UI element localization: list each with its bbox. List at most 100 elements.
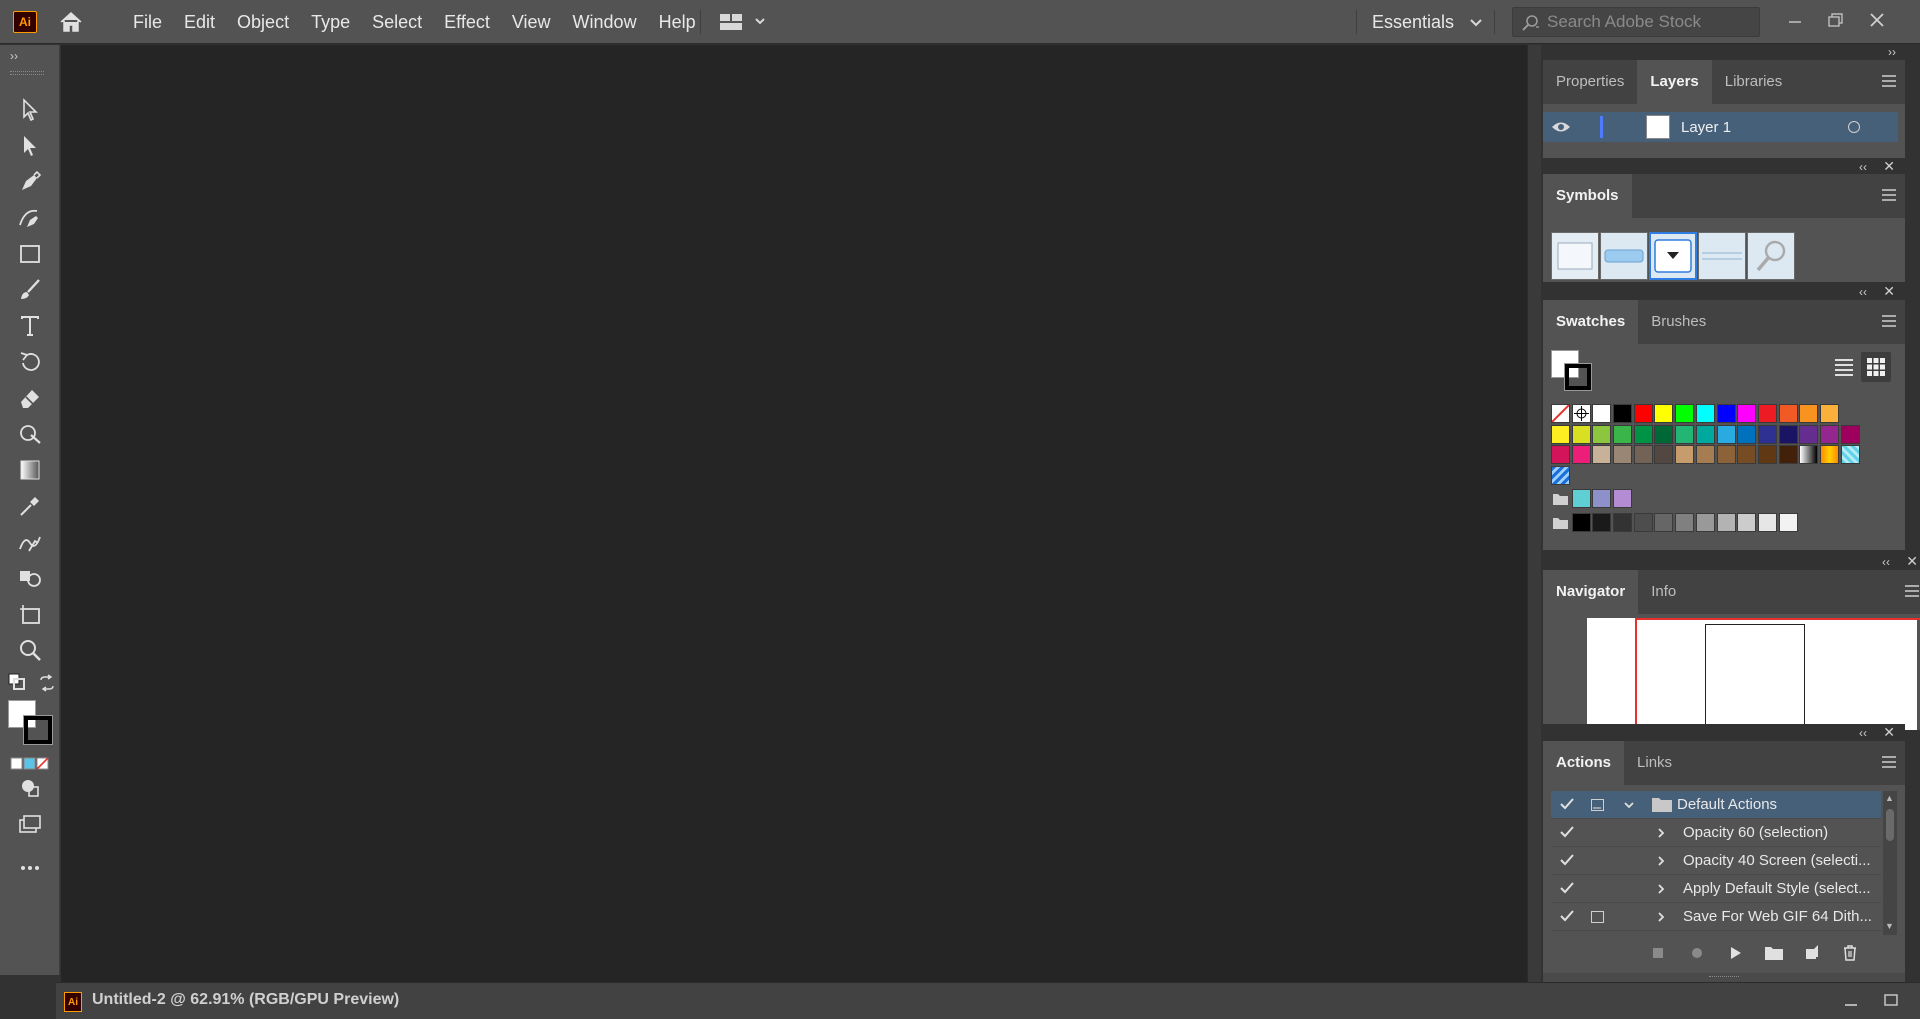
scroll-down-icon[interactable]: ▼ bbox=[1885, 921, 1894, 931]
close-window-button[interactable] bbox=[1862, 6, 1892, 36]
home-icon[interactable] bbox=[58, 10, 84, 34]
action-row[interactable]: Opacity 60 (selection) bbox=[1551, 819, 1881, 847]
check-icon[interactable] bbox=[1559, 852, 1575, 868]
curvature-tool-icon[interactable] bbox=[14, 203, 46, 233]
fill-stroke-swatch[interactable] bbox=[8, 700, 54, 746]
check-icon[interactable] bbox=[1559, 824, 1575, 840]
dialog-toggle-icon[interactable] bbox=[1591, 799, 1604, 811]
play-icon[interactable] bbox=[1726, 944, 1744, 962]
rotate-tool-icon[interactable] bbox=[14, 347, 46, 377]
layer-name[interactable]: Layer 1 bbox=[1681, 119, 1731, 136]
color-swatch[interactable] bbox=[1778, 424, 1798, 444]
direct-selection-tool-icon[interactable] bbox=[14, 131, 46, 161]
folder-icon[interactable] bbox=[1551, 489, 1570, 508]
color-swatch[interactable] bbox=[1799, 424, 1819, 444]
tab-libraries[interactable]: Libraries bbox=[1712, 60, 1796, 104]
panel-menu-icon[interactable] bbox=[1881, 755, 1897, 769]
artboard-canvas[interactable] bbox=[61, 45, 1527, 982]
black-swatch[interactable] bbox=[1613, 404, 1633, 423]
color-swatch[interactable] bbox=[1654, 404, 1674, 423]
symbol-item[interactable] bbox=[1649, 232, 1697, 280]
restore-button[interactable] bbox=[1820, 6, 1850, 36]
workspace-switcher[interactable]: Essentials bbox=[1372, 0, 1483, 44]
tab-brushes[interactable]: Brushes bbox=[1638, 300, 1719, 344]
color-swatch[interactable] bbox=[1716, 513, 1736, 532]
white-swatch[interactable] bbox=[1592, 404, 1612, 423]
color-swatch[interactable] bbox=[1799, 404, 1819, 423]
color-swatch[interactable] bbox=[1551, 424, 1570, 444]
layer-target-icon[interactable] bbox=[1848, 121, 1860, 133]
registration-swatch[interactable] bbox=[1571, 404, 1591, 423]
action-row[interactable]: Apply Default Style (select... bbox=[1551, 875, 1881, 903]
chevron-right-icon[interactable] bbox=[1655, 882, 1667, 894]
color-swatch[interactable] bbox=[1737, 424, 1757, 444]
tab-links[interactable]: Links bbox=[1624, 741, 1685, 785]
menu-object[interactable]: Object bbox=[226, 0, 300, 44]
arrange-documents-button[interactable] bbox=[718, 12, 768, 32]
color-swatch[interactable] bbox=[1613, 424, 1633, 444]
layer-row[interactable]: Layer 1 bbox=[1543, 112, 1898, 142]
selection-tool-icon[interactable] bbox=[14, 95, 46, 125]
color-swatch[interactable] bbox=[1737, 513, 1757, 532]
color-swatch[interactable] bbox=[1716, 404, 1736, 423]
pattern-swatch[interactable] bbox=[1840, 445, 1860, 464]
eye-icon[interactable] bbox=[1551, 120, 1571, 134]
collapse-dock-icon[interactable]: ›› bbox=[1888, 45, 1896, 59]
color-swatch[interactable] bbox=[1819, 404, 1839, 423]
color-mode-buttons[interactable] bbox=[10, 757, 50, 771]
menu-help[interactable]: Help bbox=[648, 0, 707, 44]
artboard-tool-icon[interactable] bbox=[14, 599, 46, 629]
fill-stroke-swatch[interactable] bbox=[1551, 350, 1597, 396]
expand-panel-icon[interactable]: ›› bbox=[10, 49, 18, 63]
action-row[interactable]: Opacity 40 Screen (selecti... bbox=[1551, 847, 1881, 875]
tab-actions[interactable]: Actions bbox=[1543, 741, 1625, 785]
color-swatch[interactable] bbox=[1654, 513, 1674, 532]
scrollbar-thumb[interactable] bbox=[1886, 809, 1894, 841]
tab-properties[interactable]: Properties bbox=[1543, 60, 1637, 104]
color-swatch[interactable] bbox=[1737, 445, 1757, 464]
collapse-icon[interactable]: ‹‹ bbox=[1859, 160, 1867, 174]
zoom-tool-icon[interactable] bbox=[14, 635, 46, 665]
color-swatch[interactable] bbox=[1592, 489, 1612, 508]
color-swatch[interactable] bbox=[1633, 404, 1653, 423]
menu-file[interactable]: File bbox=[122, 0, 173, 44]
color-swatch[interactable] bbox=[1571, 445, 1591, 464]
maximize-document-icon[interactable] bbox=[1882, 993, 1900, 1007]
color-swatch[interactable] bbox=[1778, 513, 1798, 532]
gradient-swatch[interactable] bbox=[1819, 445, 1839, 464]
panel-grip[interactable] bbox=[10, 71, 44, 75]
delete-icon[interactable] bbox=[1841, 944, 1859, 962]
color-swatch[interactable] bbox=[1757, 445, 1777, 464]
close-icon[interactable]: ✕ bbox=[1883, 158, 1895, 175]
action-row[interactable]: Save For Web GIF 64 Dith... bbox=[1551, 903, 1881, 931]
record-icon[interactable] bbox=[1688, 944, 1706, 962]
color-swatch[interactable] bbox=[1654, 445, 1674, 464]
new-set-folder-icon[interactable] bbox=[1764, 944, 1783, 962]
color-swatch[interactable] bbox=[1592, 445, 1612, 464]
color-swatch[interactable] bbox=[1778, 404, 1798, 423]
color-swatch[interactable] bbox=[1737, 404, 1757, 423]
chevron-down-icon[interactable] bbox=[1623, 798, 1635, 810]
color-swatch[interactable] bbox=[1778, 445, 1798, 464]
tab-info[interactable]: Info bbox=[1638, 570, 1689, 614]
menu-view[interactable]: View bbox=[501, 0, 562, 44]
color-swatch[interactable] bbox=[1613, 489, 1633, 508]
panel-resize-handle[interactable] bbox=[1543, 973, 1905, 982]
type-tool-icon[interactable] bbox=[14, 311, 46, 341]
check-icon[interactable] bbox=[1559, 908, 1575, 924]
grid-view-icon[interactable] bbox=[1861, 352, 1891, 382]
color-swatch[interactable] bbox=[1571, 513, 1591, 532]
menu-window[interactable]: Window bbox=[562, 0, 648, 44]
check-icon[interactable] bbox=[1559, 796, 1575, 812]
color-swatch[interactable] bbox=[1633, 424, 1653, 444]
collapse-icon[interactable]: ‹‹ bbox=[1859, 285, 1867, 299]
blend-tool-icon[interactable] bbox=[14, 527, 46, 557]
close-icon[interactable]: ✕ bbox=[1883, 724, 1895, 741]
search-input[interactable] bbox=[1547, 12, 1752, 32]
width-tool-icon[interactable] bbox=[14, 419, 46, 449]
close-icon[interactable]: ✕ bbox=[1906, 553, 1918, 570]
color-swatch[interactable] bbox=[1716, 424, 1736, 444]
folder-icon[interactable] bbox=[1551, 513, 1570, 532]
color-swatch[interactable] bbox=[1840, 424, 1860, 444]
more-tools-icon[interactable] bbox=[14, 853, 46, 883]
